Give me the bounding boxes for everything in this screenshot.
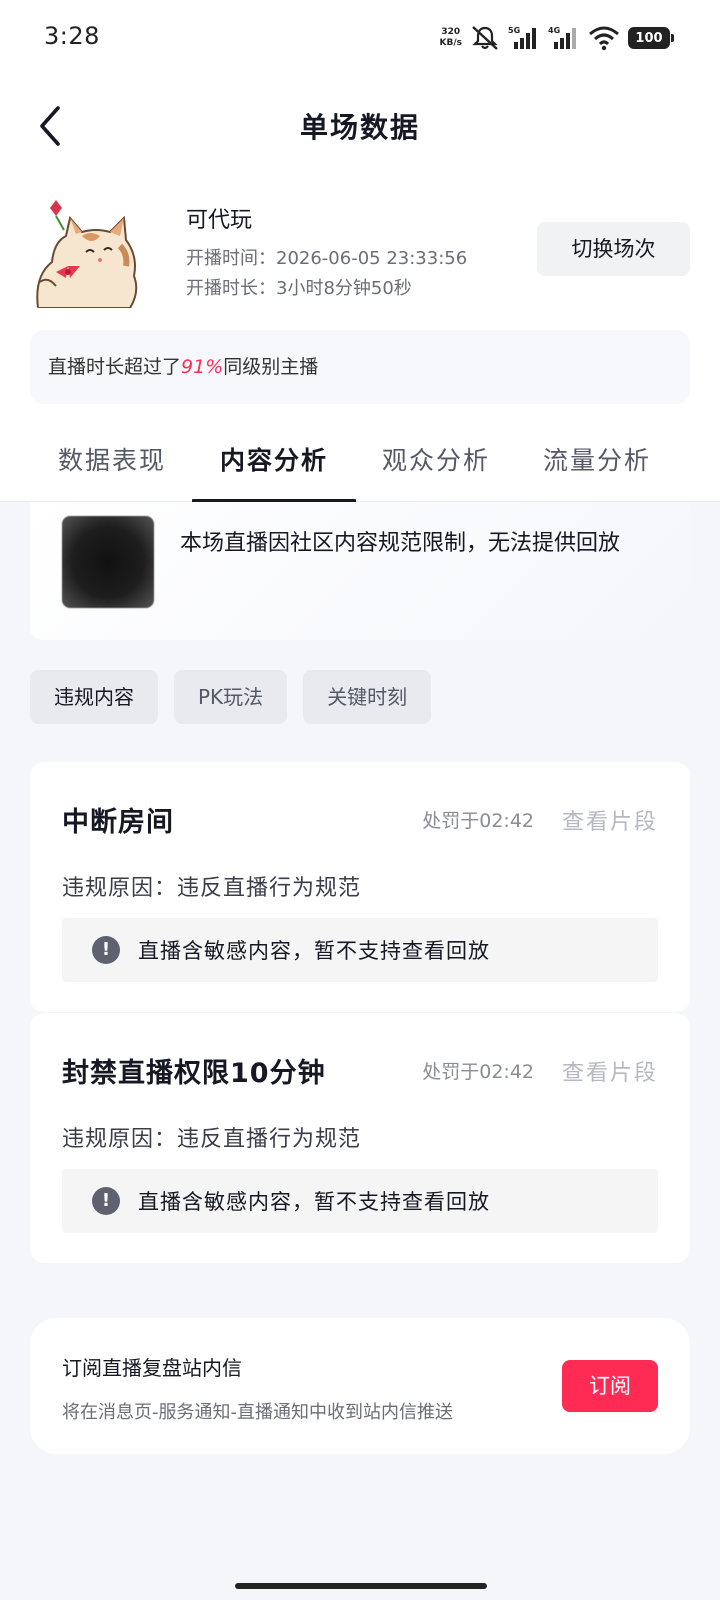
battery-icon: 100 [628,27,674,49]
host-name: 可代玩 [186,208,253,233]
signal-5g-icon: 5G [508,26,536,49]
exclamation-icon: ! [92,936,120,964]
rank-suffix: 同级别主播 [223,356,319,378]
svg-text:5G: 5G [508,26,520,35]
page-title: 单场数据 [299,111,420,144]
subscribe-description: 将在消息页-服务通知-直播通知中收到站内信推送 [62,1402,453,1423]
violation-notice-text: 直播含敏感内容，暂不支持查看回放 [138,939,490,963]
header: 单场数据 [0,88,720,164]
svg-text:4G: 4G [548,26,560,35]
violation-time: 处罚于02:42 [422,1061,534,1083]
switch-session-button[interactable]: 切换场次 [537,222,690,276]
chip-pk-gameplay[interactable]: PK玩法 [174,670,288,724]
network-speed: 320 KB/s [440,27,462,49]
start-time: 开播时间：2026-06-05 23:33:56 [186,248,468,269]
chip-violation-content[interactable]: 违规内容 [30,670,158,724]
mute-icon [472,26,498,50]
cat-avatar-image [30,196,146,308]
content-filter-chips: 违规内容 PK玩法 关键时刻 [30,670,432,724]
tab-data-performance[interactable]: 数据表现 [30,438,194,502]
view-clip-link[interactable]: 查看片段 [562,1055,658,1087]
wifi-icon [589,26,619,51]
tab-content-analysis[interactable]: 内容分析 [192,438,356,503]
live-duration: 开播时长：3小时8分钟50秒 [186,278,412,299]
violation-card: 中断房间 处罚于02:42 查看片段 违规原因：违反直播行为规范 ! 直播含敏感… [30,762,690,1012]
violation-title: 封禁直播权限10分钟 [62,1058,326,1089]
subscribe-card: 订阅直播复盘站内信 将在消息页-服务通知-直播通知中收到站内信推送 订阅 [30,1318,690,1454]
tab-audience-analysis[interactable]: 观众分析 [354,438,518,502]
violation-notice-text: 直播含敏感内容，暂不支持查看回放 [138,1190,490,1214]
status-bar: 3:28 320 KB/s 5G 4G 100 [0,0,720,80]
signal-4g-icon: 4G [548,26,576,49]
subscribe-button[interactable]: 订阅 [562,1360,658,1412]
view-clip-link[interactable]: 查看片段 [562,804,658,836]
replay-thumbnail [62,516,154,608]
rank-prefix: 直播时长超过了 [48,356,182,378]
violation-title: 中断房间 [62,807,174,838]
violation-card: 封禁直播权限10分钟 处罚于02:42 查看片段 违规原因：违反直播行为规范 !… [30,1013,690,1263]
violation-time: 处罚于02:42 [422,810,534,832]
violation-reason: 违规原因：违反直播行为规范 [62,876,362,901]
rank-summary: 直播时长超过了91%同级别主播 [30,330,690,404]
network-speed-unit: KB/s [439,38,462,48]
subscribe-title: 订阅直播复盘站内信 [62,1356,242,1380]
analysis-tabs: 数据表现 内容分析 观众分析 流量分析 [0,438,720,503]
tab-traffic-analysis[interactable]: 流量分析 [515,438,679,502]
replay-notice: 本场直播因社区内容规范限制，无法提供回放 [180,531,621,556]
violation-notice: ! 直播含敏感内容，暂不支持查看回放 [62,1169,658,1233]
replay-unavailable-card: 本场直播因社区内容规范限制，无法提供回放 [30,502,690,640]
status-time: 3:28 [44,22,100,50]
violation-notice: ! 直播含敏感内容，暂不支持查看回放 [62,918,658,982]
network-speed-value: 320 [441,27,461,37]
chip-key-moments[interactable]: 关键时刻 [303,670,432,724]
home-indicator[interactable] [235,1583,487,1589]
avatar [30,196,146,308]
exclamation-icon: ! [92,1187,120,1215]
status-icons: 320 KB/s 5G 4G 100 [440,22,674,54]
violation-reason: 违规原因：违反直播行为规范 [62,1127,362,1152]
rank-percent: 91% [181,356,224,378]
